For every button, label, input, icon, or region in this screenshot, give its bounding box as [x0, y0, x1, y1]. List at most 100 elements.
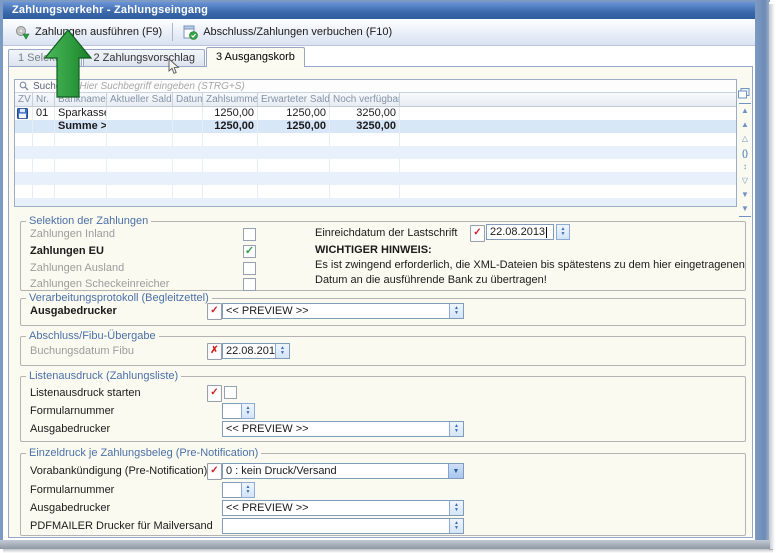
search-placeholder: Hier Suchbegriff eingeben (STRG+S) — [79, 81, 244, 92]
group-selektion-title: Selektion der Zahlungen — [26, 215, 151, 227]
page-up-icon[interactable]: △ — [739, 132, 751, 146]
buchungsdatum-input[interactable]: 22.08.2013 /Do ▲▼ — [222, 343, 290, 359]
window-border-left — [0, 0, 3, 548]
group-verarbeitungsprotokoll-title: Verarbeitungsprotokoll (Begleitzettel) — [26, 292, 212, 304]
column-header-erwarteter-saldo[interactable]: Erwarteter Saldo € — [258, 93, 330, 106]
summary-erwarteter-saldo: 1250,00 — [258, 120, 330, 133]
buchungsdatum-label: Buchungsdatum Fibu — [30, 344, 134, 359]
titlebar[interactable]: Zahlungsverkehr - Zahlungseingang — [3, 2, 755, 19]
group-abschluss-fibu-title: Abschluss/Fibu-Übergabe — [26, 330, 159, 342]
column-header-zahlsumme[interactable]: Zahlsumme € — [203, 93, 258, 106]
listenausdruck-formular-label: Formularnummer — [30, 404, 114, 419]
summary-zahlsumme: 1250,00 — [203, 120, 258, 133]
vorabankuendigung-select[interactable]: 0 : kein Druck/Versand ▼ — [222, 463, 464, 479]
buchungsdatum-override-icon[interactable]: ✗ — [207, 343, 222, 360]
search-icon — [19, 81, 29, 91]
column-header-datum[interactable]: Datum — [173, 93, 203, 106]
tab-ausgangskorb[interactable]: 3 Ausgangskorb — [206, 47, 305, 67]
pdfmailer-select[interactable]: ▲▼ — [222, 518, 464, 534]
hinweis-line1: Es ist zwingend erforderlich, die XML-Da… — [315, 259, 745, 271]
column-header-zv[interactable]: ZV — [15, 93, 33, 106]
spinner-icon[interactable]: ▲▼ — [449, 519, 463, 533]
listenausdruck-drucker-select[interactable]: << PREVIEW >> ▲▼ — [222, 421, 464, 437]
grid-header[interactable]: ZV Nr. Bankname Aktueller Saldo € Datum … — [15, 93, 736, 107]
column-header-noch-verfuegbar[interactable]: Noch verfügbar € — [330, 93, 400, 106]
grid-search-row[interactable]: Suche Hier Suchbegriff eingeben (STRG+S) — [15, 80, 736, 93]
swap-rows-icon[interactable]: ↕ — [739, 160, 751, 174]
spinner-icon[interactable]: ▲▼ — [449, 422, 463, 436]
einzeldruck-formularnummer-input[interactable] — [222, 482, 242, 498]
green-arrow-annotation — [42, 28, 96, 100]
scroll-bottom-icon[interactable]: ▼ — [739, 202, 751, 217]
text-caret — [546, 227, 547, 238]
window-title: Zahlungsverkehr - Zahlungseingang — [12, 4, 208, 16]
book-payments-label: Abschluss/Zahlungen verbuchen (F10) — [203, 26, 392, 38]
move-down-icon[interactable]: ▼ — [739, 188, 751, 202]
empty-row — [15, 133, 736, 146]
nr-cell: 01 — [33, 107, 55, 120]
aktueller-saldo-cell — [107, 107, 173, 120]
verarbeitung-drucker-override-icon[interactable]: ✓ — [207, 303, 222, 320]
verarbeitung-drucker-select[interactable]: << PREVIEW >> ▲▼ — [222, 303, 464, 319]
toolbar: Zahlungen ausführen (F9) Abschluss/Zahlu… — [3, 19, 755, 46]
payments-grid: Suche Hier Suchbegriff eingeben (STRG+S)… — [14, 79, 737, 207]
checkbox-zahlungen-eu[interactable]: ✓ — [243, 245, 256, 258]
toolbar-separator — [172, 23, 173, 41]
einzeldruck-drucker-label: Ausgabedrucker — [30, 501, 110, 516]
einzeldruck-formular-label: Formularnummer — [30, 483, 114, 498]
scroll-top-icon[interactable]: ▲ — [739, 103, 751, 118]
checkbox-zahlungen-inland[interactable] — [243, 228, 256, 241]
einzeldruck-formularnummer-spinner[interactable]: ▲▼ — [241, 482, 255, 498]
vorabankuendigung-label: Vorabankündigung (Pre-Notification) — [30, 464, 207, 479]
table-row[interactable]: 01 Sparkasse 1250,00 1250,00 3250,00 — [15, 107, 736, 120]
summary-label: Summe > — [55, 120, 107, 133]
vorabankuendigung-override-icon[interactable]: ✓ — [207, 463, 222, 480]
checkbox-label-scheckeinreicher: Zahlungen Scheckeinreicher — [30, 277, 169, 292]
brackets-icon[interactable]: () — [739, 146, 751, 160]
einreichdatum-override-icon[interactable]: ✓ — [470, 225, 485, 242]
grid-nav-strip: ▲ ▲ △ () ↕ ▽ ▼ ▼ — [738, 103, 752, 223]
book-payments-icon — [183, 25, 198, 40]
listenausdruck-starten-label: Listenausdruck starten — [30, 386, 141, 401]
listenausdruck-starten-checkbox[interactable] — [224, 386, 237, 399]
checkbox-zahlungen-scheckeinreicher[interactable] — [243, 278, 256, 291]
einreichdatum-spinner[interactable]: ▲▼ — [556, 224, 570, 240]
column-chooser-button[interactable] — [738, 88, 750, 102]
hinweis-title: WICHTIGER HINWEIS: — [315, 243, 432, 258]
column-header-aktueller-saldo[interactable]: Aktueller Saldo € — [107, 93, 173, 106]
dropdown-arrow-icon[interactable]: ▼ — [448, 464, 463, 478]
spinner-icon[interactable]: ▲▼ — [449, 304, 463, 318]
spinner-icon[interactable]: ▲▼ — [275, 344, 289, 358]
empty-row — [15, 159, 736, 172]
window-border-right — [755, 0, 769, 548]
window-shadow-right — [769, 4, 775, 550]
einreichdatum-label: Einreichdatum der Lastschrift — [315, 226, 457, 241]
book-payments-button[interactable]: Abschluss/Zahlungen verbuchen (F10) — [177, 23, 398, 42]
window-border-bottom — [0, 540, 770, 549]
einzeldruck-drucker-select[interactable]: << PREVIEW >> ▲▼ — [222, 500, 464, 516]
checkbox-label-ausland: Zahlungen Ausland — [30, 261, 124, 276]
empty-row — [15, 185, 736, 198]
checkbox-zahlungen-ausland[interactable] — [243, 262, 256, 275]
tab-zahlungsvorschlag[interactable]: 2 Zahlungsvorschlag — [83, 49, 205, 67]
move-up-icon[interactable]: ▲ — [739, 118, 751, 132]
listenausdruck-override-icon[interactable]: ✓ — [207, 385, 222, 402]
execute-payments-icon — [15, 25, 30, 40]
einreichdatum-input[interactable]: 22.08.2013 — [486, 224, 554, 240]
noch-verfuegbar-cell: 3250,00 — [330, 107, 400, 120]
application-window: Zahlungsverkehr - Zahlungseingang Zahlun… — [0, 0, 776, 553]
listenausdruck-formularnummer-spinner[interactable]: ▲▼ — [241, 403, 255, 419]
hinweis-line2: Datum an die ausführende Bank zu übertra… — [315, 274, 547, 286]
erwarteter-saldo-cell: 1250,00 — [258, 107, 330, 120]
mouse-cursor — [168, 58, 180, 75]
empty-row — [15, 198, 736, 207]
column-chooser-icon — [738, 88, 750, 99]
empty-row — [15, 146, 736, 159]
spinner-icon[interactable]: ▲▼ — [449, 501, 463, 515]
page-down-icon[interactable]: ▽ — [739, 174, 751, 188]
datum-cell — [173, 107, 203, 120]
bankname-cell: Sparkasse — [55, 107, 107, 120]
pdfmailer-label: PDFMAILER Drucker für Mailversand — [30, 519, 213, 534]
listenausdruck-formularnummer-input[interactable] — [222, 403, 242, 419]
verarbeitung-drucker-label: Ausgabedrucker — [30, 304, 117, 319]
